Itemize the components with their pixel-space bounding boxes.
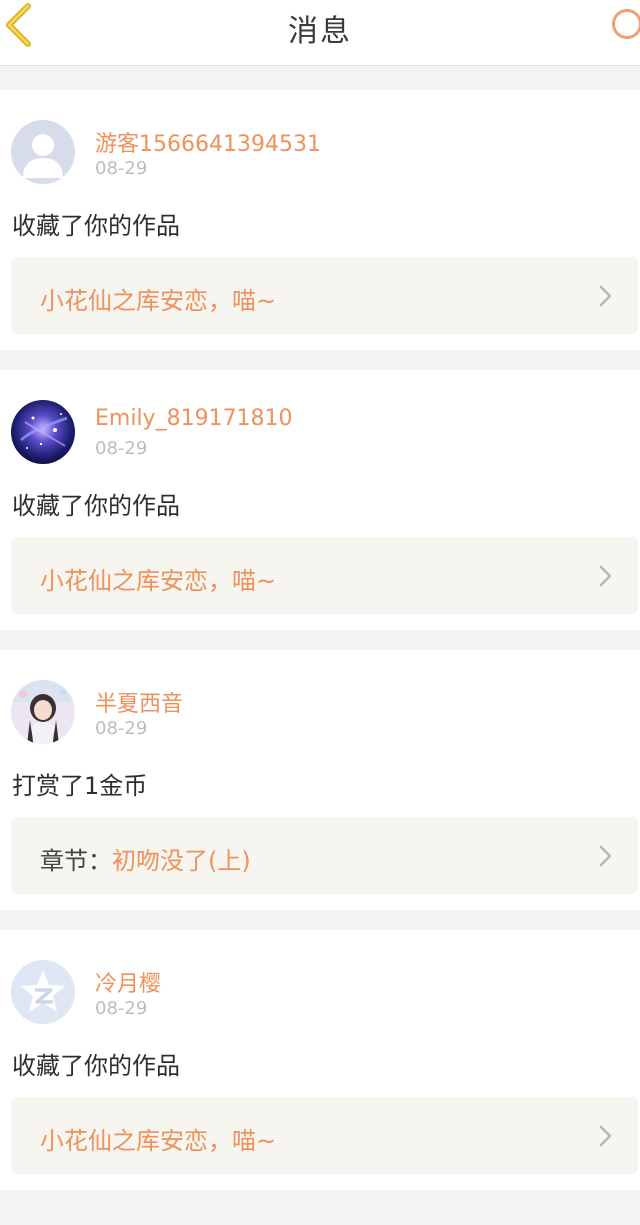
- galaxy-avatar[interactable]: [11, 400, 75, 464]
- chevron-right-icon: [599, 285, 612, 307]
- chevron-right-icon: [599, 1125, 612, 1147]
- message-item: 游客1566641394531 08-29 收藏了你的作品 小花仙之库安恋，喵~: [0, 90, 640, 350]
- refresh-icon: [612, 9, 640, 39]
- action-text: 收藏了你的作品: [12, 1052, 180, 1080]
- work-text: 章节：初吻没了(上): [40, 841, 251, 876]
- message-item: Emily_819171810 08-29 收藏了你的作品 小花仙之库安恋，喵~: [0, 370, 640, 630]
- work-link[interactable]: 小花仙之库安恋，喵~: [11, 1097, 638, 1174]
- work-title: 初吻没了(上): [112, 847, 251, 875]
- action-text: 打赏了1金币: [12, 772, 148, 800]
- work-link[interactable]: 小花仙之库安恋，喵~: [11, 537, 638, 614]
- message-date: 08-29: [95, 158, 148, 179]
- message-item: 半夏西音 08-29 打赏了1金币 章节：初吻没了(上): [0, 650, 640, 910]
- action-text: 收藏了你的作品: [12, 492, 180, 520]
- action-text: 收藏了你的作品: [12, 212, 180, 240]
- qzone-star-avatar[interactable]: [11, 960, 75, 1024]
- work-text: 小花仙之库安恋，喵~: [40, 561, 276, 596]
- message-item: 冷月樱 08-29 收藏了你的作品 小花仙之库安恋，喵~: [0, 930, 640, 1190]
- username[interactable]: 冷月樱: [95, 966, 161, 998]
- message-date: 08-29: [95, 718, 148, 739]
- work-text: 小花仙之库安恋，喵~: [40, 281, 276, 316]
- username[interactable]: 半夏西音: [95, 686, 183, 718]
- message-date: 08-29: [95, 438, 148, 459]
- work-title: 小花仙之库安恋，喵~: [40, 567, 277, 595]
- work-link[interactable]: 小花仙之库安恋，喵~: [11, 257, 638, 334]
- work-text: 小花仙之库安恋，喵~: [40, 1121, 276, 1156]
- chevron-right-icon: [599, 565, 612, 587]
- refresh-button[interactable]: [600, 5, 640, 45]
- page-title: 消息: [288, 14, 352, 49]
- girl-photo-avatar[interactable]: [11, 680, 75, 744]
- username[interactable]: 游客1566641394531: [95, 126, 321, 158]
- work-title: 小花仙之库安恋，喵~: [40, 287, 277, 315]
- message-date: 08-29: [95, 998, 148, 1019]
- top-nav-bar: 消息: [0, 0, 640, 66]
- username[interactable]: Emily_819171810: [95, 406, 293, 431]
- work-prefix: 章节：: [40, 847, 112, 875]
- default-person-avatar[interactable]: [11, 120, 75, 184]
- work-title: 小花仙之库安恋，喵~: [40, 1127, 277, 1155]
- work-link[interactable]: 章节：初吻没了(上): [11, 817, 638, 894]
- chevron-right-icon: [599, 845, 612, 867]
